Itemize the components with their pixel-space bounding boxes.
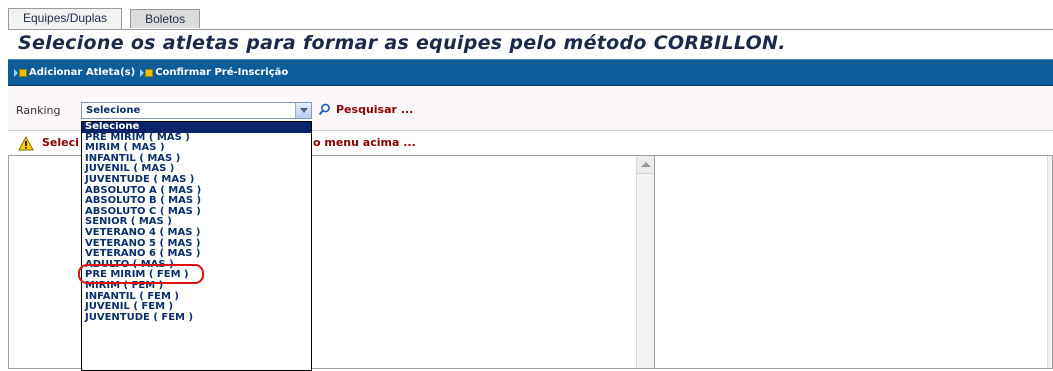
highlight-annotation — [78, 264, 204, 284]
ranking-select[interactable]: Selecione — [81, 102, 312, 119]
ranking-select-value: Selecione — [86, 105, 141, 116]
bullet-arrow-icon — [140, 68, 154, 77]
warning-icon — [18, 135, 34, 150]
ranking-label: Ranking — [16, 104, 61, 117]
bullet-arrow-icon — [14, 68, 27, 77]
confirm-preregistration-button[interactable]: Confirmar Pré-Inscrição — [140, 67, 288, 78]
tab-boletos[interactable]: Boletos — [130, 9, 201, 28]
tab-bar: Equipes/Duplas Boletos — [8, 8, 208, 29]
chevron-down-icon[interactable] — [295, 103, 311, 118]
add-athletes-label: Adicionar Atleta(s) — [29, 67, 136, 78]
warning-text: Seleci — [42, 136, 79, 149]
search-label: Pesquisar ... — [336, 103, 414, 116]
ranking-dropdown-list[interactable]: Selecione PRE MIRIM ( MAS ) MIRIM ( MAS ) I… — [81, 121, 312, 371]
dropdown-option[interactable]: Selecione — [82, 122, 311, 133]
page-title: Selecione os atletas para formar as equi… — [18, 32, 786, 54]
vertical-scrollbar[interactable] — [636, 156, 654, 368]
add-athletes-button[interactable]: Adicionar Atleta(s) — [14, 67, 135, 78]
tab-equipes-duplas[interactable]: Equipes/Duplas — [8, 8, 123, 29]
vertical-scrollbar-right[interactable] — [1047, 156, 1052, 368]
dropdown-option[interactable]: JUVENTUDE ( MAS ) — [82, 174, 311, 186]
tab-divider — [8, 29, 1053, 30]
selected-athletes-panel[interactable] — [654, 155, 1053, 369]
search-button[interactable]: Pesquisar ... — [318, 103, 413, 116]
warning-text-tail: o menu acima ... — [313, 136, 416, 149]
action-toolbar: Adicionar Atleta(s) Confirmar Pré-Inscri… — [8, 59, 1053, 86]
dropdown-option[interactable]: VETERANO 4 ( MAS ) — [82, 227, 311, 239]
scroll-up-icon[interactable] — [637, 156, 654, 174]
confirm-preregistration-label: Confirmar Pré-Inscrição — [155, 67, 289, 78]
search-icon — [318, 103, 330, 116]
dropdown-option[interactable]: JUVENTUDE ( FEM ) — [82, 312, 311, 324]
